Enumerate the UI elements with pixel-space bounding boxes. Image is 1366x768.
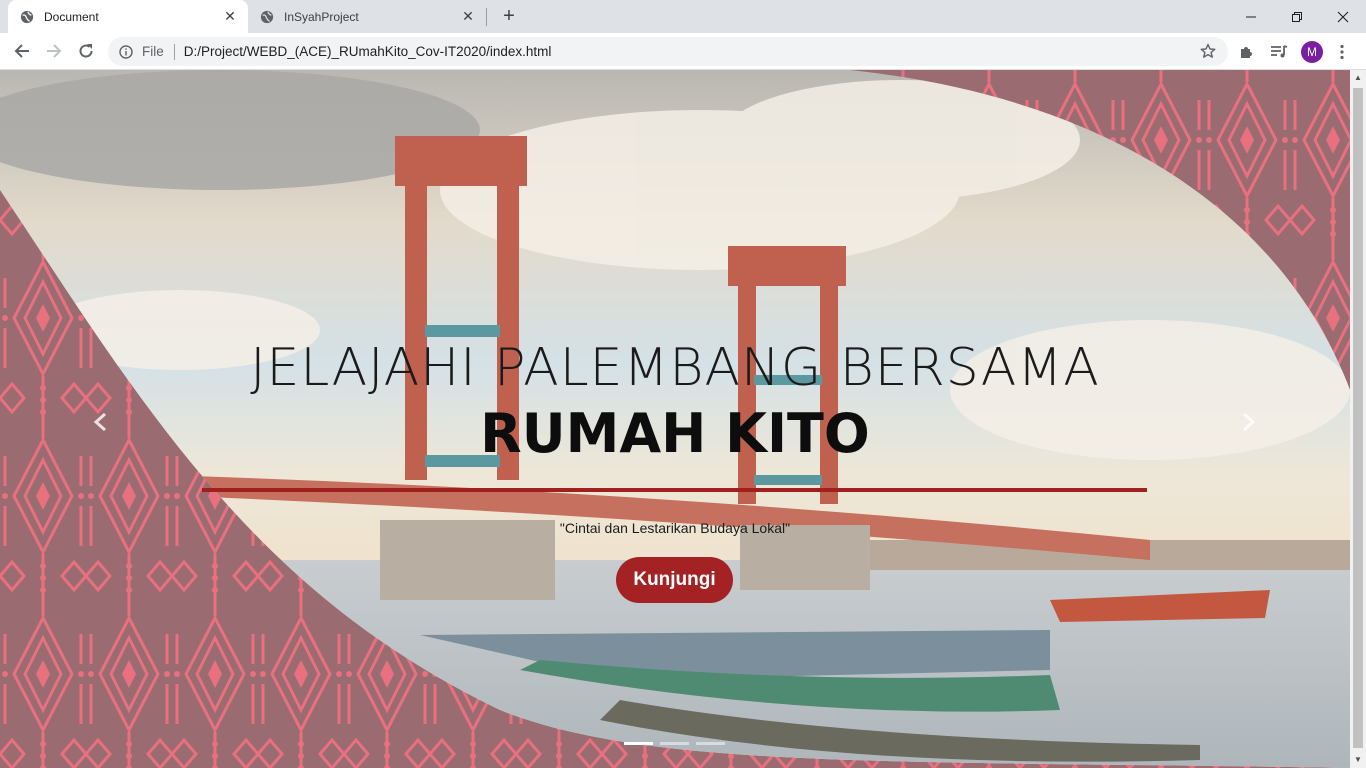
puzzle-icon (1241, 47, 1252, 58)
minimize-icon (1246, 16, 1256, 17)
tab-document[interactable]: Document ✕ (8, 0, 248, 33)
tab-insyahproject[interactable]: InSyahProject ✕ (250, 0, 486, 33)
kunjungi-button[interactable]: Kunjungi (616, 557, 733, 603)
restore-icon (1292, 11, 1302, 22)
hero-title: RUMAH KITO (480, 402, 870, 465)
address-separator (173, 43, 175, 60)
scrollbar-thumb[interactable] (1353, 88, 1363, 748)
back-button[interactable] (8, 37, 36, 65)
reload-button[interactable] (72, 37, 100, 65)
close-window-button[interactable] (1320, 0, 1366, 33)
carousel-indicator-2[interactable] (660, 742, 689, 745)
hero-tagline: "Cintai dan Lestarikan Budaya Lokal" (559, 520, 791, 536)
page-scrollbar[interactable]: ▲ ▼ (1350, 70, 1366, 768)
forward-button[interactable] (40, 37, 68, 65)
url-text[interactable]: D:/Project/WEBD_(ACE)_RUmahKito_Cov-IT20… (184, 44, 552, 59)
new-tab-button[interactable]: + (498, 6, 520, 28)
tab-separator (486, 8, 487, 26)
hero-heading: JELAJAHI PALEMBANG BERSAMA (250, 338, 1100, 398)
hero-divider (202, 488, 1147, 492)
restore-button[interactable] (1274, 0, 1320, 33)
tab-title: InSyahProject (284, 9, 359, 24)
reload-icon (79, 44, 93, 58)
kebab-menu-icon (1340, 44, 1344, 60)
tab-strip: Document ✕ InSyahProject ✕ + (0, 0, 1366, 33)
playlist-icon (1271, 45, 1288, 58)
tab-close-icon[interactable]: ✕ (460, 8, 476, 25)
extensions-button[interactable] (1237, 42, 1257, 62)
back-arrow-icon (14, 44, 29, 58)
scheme-label: File (142, 44, 164, 59)
info-icon[interactable] (119, 44, 133, 59)
carousel-indicator-3[interactable] (696, 742, 725, 745)
globe-icon (260, 10, 274, 23)
carousel-indicator-1[interactable] (624, 742, 653, 745)
tab-close-icon[interactable]: ✕ (222, 8, 238, 25)
hero-caption: JELAJAHI PALEMBANG BERSAMA RUMAH KITO "C… (0, 70, 1350, 768)
scroll-up-icon[interactable]: ▲ (1353, 73, 1363, 83)
close-icon (1337, 11, 1349, 22)
bookmark-star-icon[interactable] (1200, 43, 1216, 59)
media-control-button[interactable] (1269, 42, 1289, 62)
forward-arrow-icon (47, 44, 62, 58)
scroll-down-icon[interactable]: ▼ (1353, 755, 1363, 765)
browser-toolbar: File D:/Project/WEBD_(ACE)_RUmahKito_Cov… (0, 33, 1366, 70)
minimize-button[interactable] (1228, 0, 1274, 33)
globe-icon (20, 10, 34, 23)
tab-title: Document (44, 9, 99, 24)
address-bar[interactable]: File D:/Project/WEBD_(ACE)_RUmahKito_Cov… (108, 37, 1228, 66)
browser-menu-button[interactable] (1332, 42, 1352, 62)
profile-avatar[interactable]: M (1301, 41, 1323, 63)
page-viewport: JELAJAHI PALEMBANG BERSAMA RUMAH KITO "C… (0, 70, 1350, 768)
